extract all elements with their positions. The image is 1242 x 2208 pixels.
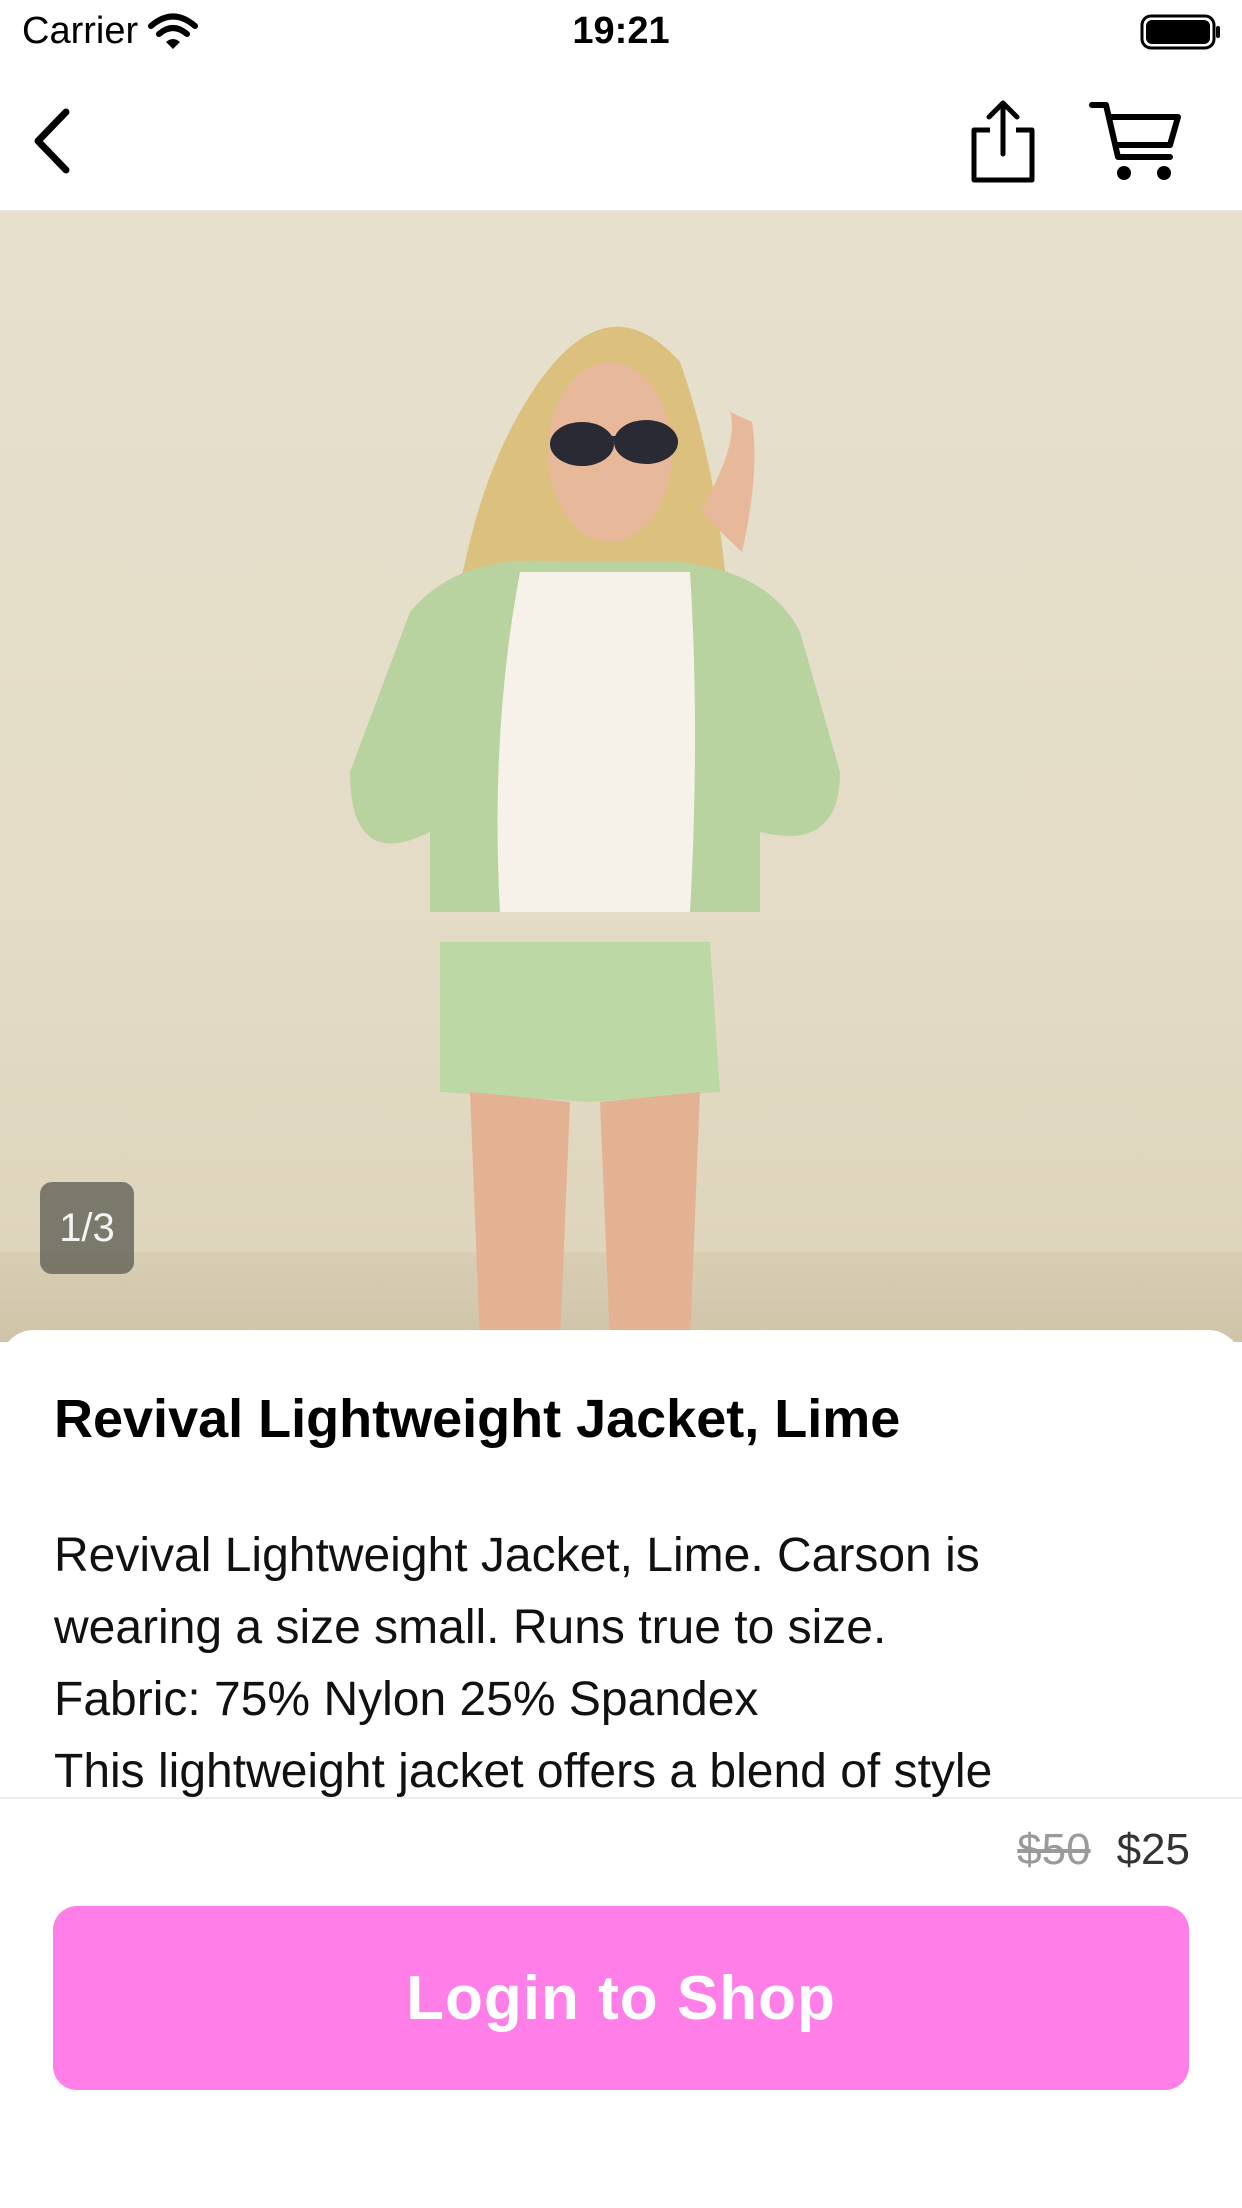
product-title: Revival Lightweight Jacket, Lime	[54, 1389, 901, 1449]
description-line: Revival Lightweight Jacket, Lime. Carson…	[54, 1529, 980, 1582]
share-icon	[971, 100, 1035, 183]
chevron-left-icon	[34, 108, 70, 174]
clock: 19:21	[572, 10, 670, 52]
product-description: Revival Lightweight Jacket, Lime. Carson…	[54, 1520, 1194, 1800]
nav-bar	[0, 66, 1242, 212]
cart-icon	[1089, 102, 1181, 180]
product-photo	[350, 326, 840, 1342]
image-page-counter: 1/3	[40, 1182, 134, 1274]
share-button[interactable]	[958, 96, 1048, 186]
login-to-shop-button[interactable]: Login to Shop	[53, 1906, 1189, 2090]
status-bar: Carrier 19:21	[0, 0, 1242, 66]
cart-button[interactable]	[1086, 96, 1186, 186]
description-line: Fabric: 75% Nylon 25% Spandex	[54, 1673, 759, 1726]
sale-price: $25	[1116, 1825, 1190, 1874]
back-button[interactable]	[8, 96, 98, 186]
product-image-gallery[interactable]: 1/3	[0, 212, 1242, 1342]
product-details-card: Revival Lightweight Jacket, Lime Revival…	[0, 1330, 1242, 1800]
description-line: This lightweight jacket offers a blend o…	[54, 1745, 993, 1798]
purchase-bar: $50 $25 Login to Shop	[0, 1797, 1242, 2208]
price: $50 $25	[1017, 1825, 1190, 1875]
description-line: wearing a size small. Runs true to size.	[54, 1601, 887, 1654]
original-price: $50	[1017, 1825, 1091, 1874]
battery-icon	[1140, 14, 1220, 50]
